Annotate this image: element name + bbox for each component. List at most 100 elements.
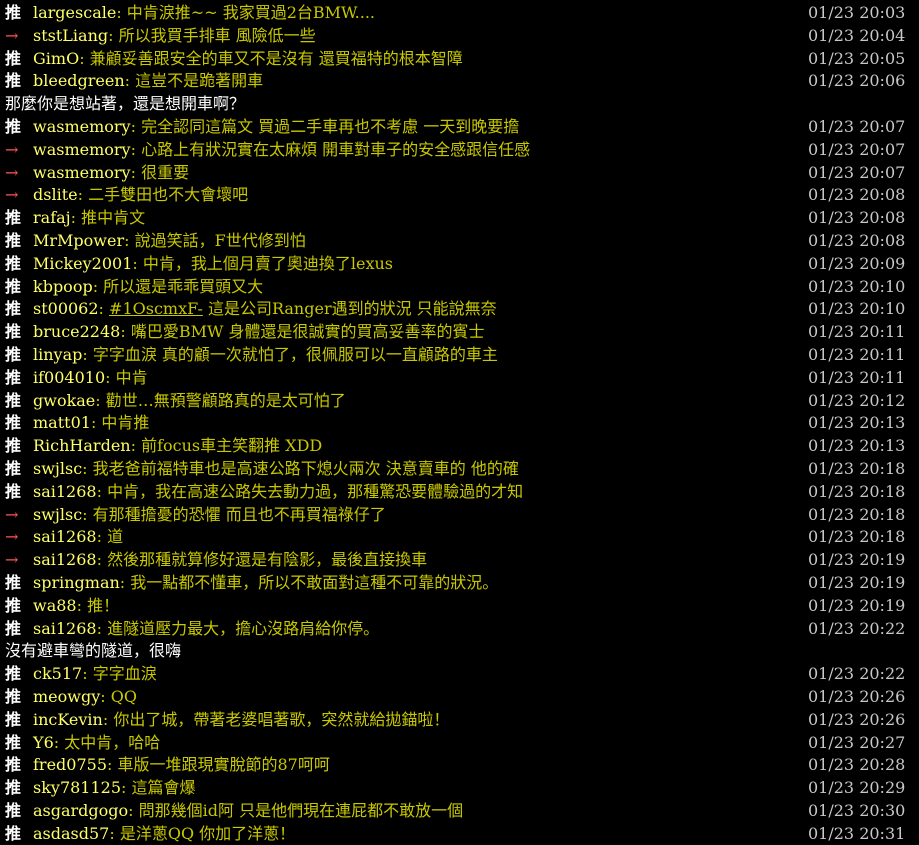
comment-user-id[interactable]: sai1268 <box>33 550 97 569</box>
comment-user-id[interactable]: incKevin <box>33 710 103 729</box>
comment-text-body: 這是公司Ranger遇到的狀況 只能說無奈 <box>202 299 497 319</box>
comment-row: 推 rafaj: 推中肯文 01/23 20:08 <box>0 207 919 230</box>
comment-user: wasmemory: 很重要 <box>33 162 189 185</box>
comment-user-id[interactable]: kbpoop <box>33 277 93 296</box>
comment-time: 01/23 20:08 <box>808 185 906 205</box>
comment-user-id[interactable]: wa88 <box>33 596 77 615</box>
comment-user-id[interactable]: dslite <box>33 185 78 204</box>
comment-row: 推 wa88: 推！ 01/23 20:19 <box>0 595 919 618</box>
comment-row: 推 kbpoop: 所以還是乖乖買頭又大 01/23 20:10 <box>0 276 919 299</box>
comment-user-id[interactable]: st00062 <box>33 299 99 318</box>
comment-user-id[interactable]: matt01 <box>33 413 91 432</box>
comment-user-id[interactable]: bleedgreen <box>33 71 125 90</box>
comment-user: matt01: 中肯推 <box>33 412 149 435</box>
comment-user: bleedgreen: 這豈不是跪著開車 <box>33 70 263 93</box>
comment-row: → sai1268: 道 01/23 20:18 <box>0 526 919 549</box>
comment-separator: : <box>96 550 108 570</box>
comment-text: 字字血淚 真的顧一次就怕了，很佩服可以一直顧路的車主 <box>93 345 498 364</box>
comment-user-id[interactable]: swjlsc <box>33 505 82 524</box>
comment-time: 01/23 20:18 <box>808 527 906 547</box>
comment-user: asdasd57: 是洋蔥QQ 你加了洋蔥！ <box>33 823 295 845</box>
comment-text: 這豈不是跪著開車 <box>135 71 263 90</box>
comment-user-id[interactable]: gwokae <box>33 391 95 410</box>
comment-user-id[interactable]: springman <box>33 573 120 592</box>
comment-row: → ststLiang: 所以我買手排車 風險低一些 01/23 20:04 <box>0 25 919 48</box>
comment-user-id[interactable]: ststLiang <box>33 26 108 45</box>
comment-text: 所以還是乖乖買頭又大 <box>103 277 263 296</box>
comment-user-id[interactable]: GimO <box>33 49 79 68</box>
comment-separator: : <box>82 504 93 524</box>
comment-user-id[interactable]: ck517 <box>33 664 82 683</box>
push-tag: 推 <box>5 732 22 752</box>
comment-row: 推 gwokae: 勸世…無預警顧路真的是太可怕了 01/23 20:12 <box>0 390 919 413</box>
comment-user-id[interactable]: Y6 <box>33 733 54 752</box>
comment-text-body: 兼顧妥善跟安全的車又不是沒有 還買福特的根本智障 <box>89 48 463 68</box>
push-tag: 推 <box>5 322 22 342</box>
comment-text: 中肯，我上個月賣了奧迪換了lexus <box>143 254 393 273</box>
comment-user-id[interactable]: asdasd57 <box>33 824 109 843</box>
comment-row: → dslite: 二手雙田也不大會壞吧 01/23 20:08 <box>0 184 919 207</box>
comment-text-body: 推！ <box>87 595 120 615</box>
comment-user: if004010: 中肯 <box>33 367 148 390</box>
comment-separator: : <box>82 344 93 364</box>
push-tag: 推 <box>5 3 22 22</box>
comment-board: 推 largescale: 中肯淚推~~ 我家買過2台BMW.... 01/23 2… <box>0 0 919 845</box>
comment-user-id[interactable]: if004010 <box>33 368 105 387</box>
comment-text-body: 有那種擔憂的恐懼 而且也不再買福祿仔了 <box>92 504 386 524</box>
comment-separator: : <box>79 48 90 68</box>
comment-text: 二手雙田也不大會壞吧 <box>88 185 248 204</box>
comment-user-id[interactable]: fred0755 <box>33 755 107 774</box>
comment-row: 推 MrMpower: 說過笑話，F世代修到怕 01/23 20:08 <box>0 230 919 253</box>
comment-text-body: 中肯淚推~~ 我家買過2台BMW.... <box>126 3 376 22</box>
comment-text-body: 太中肯，哈哈 <box>64 732 161 752</box>
comment-time: 01/23 20:13 <box>808 436 906 456</box>
comment-separator: : <box>95 390 106 410</box>
comment-separator: : <box>132 253 143 273</box>
comment-user-id[interactable]: bruce2248 <box>33 322 120 341</box>
comment-user-id[interactable]: meowgy <box>33 687 100 706</box>
comment-text: 前focus車主笑翻推 XDD <box>141 436 322 455</box>
push-tag: 推 <box>5 709 22 729</box>
push-tag: 推 <box>5 458 22 478</box>
comment-separator: : <box>76 595 88 615</box>
push-tag: 推 <box>5 253 22 273</box>
comment-text-body: 字字血淚 <box>92 664 157 684</box>
comment-user-id[interactable]: sai1268 <box>33 619 97 638</box>
comment-time: 01/23 20:09 <box>808 253 906 273</box>
comment-row: 推 GimO: 兼顧妥善跟安全的車又不是沒有 還買福特的根本智障 01/23 20:… <box>0 48 919 71</box>
comment-user-id[interactable]: largescale <box>33 3 116 22</box>
comment-user: gwokae: 勸世…無預警顧路真的是太可怕了 <box>33 390 346 413</box>
comment-time: 01/23 20:11 <box>808 322 906 342</box>
comment-user-id[interactable]: swjlsc <box>33 459 82 478</box>
comment-user: rafaj: 推中肯文 <box>33 207 145 230</box>
continuation-text: 那麼你是想站著，還是想開車啊？ <box>5 94 246 114</box>
comment-user-id[interactable]: linyap <box>33 345 82 364</box>
comment-text: 太中肯，哈哈 <box>64 733 160 752</box>
comment-row: 推 Mickey2001: 中肯，我上個月賣了奧迪換了lexus 01/23 20:… <box>0 253 919 276</box>
comment-text-body: 中肯，我在高速公路失去動力過，那種驚恐要體驗過的才知 <box>107 481 524 501</box>
comment-user-id[interactable]: asgardgogo <box>33 801 128 820</box>
comment-user-id[interactable]: Mickey2001 <box>33 254 132 273</box>
comment-separator: : <box>108 25 119 45</box>
comment-text: 進隧道壓力最大，擔心沒路肩給你停。 <box>107 619 379 638</box>
comment-user-id[interactable]: MrMpower <box>33 231 124 250</box>
comment-user: sai1268: 進隧道壓力最大，擔心沒路肩給你停。 <box>33 618 379 641</box>
comment-user-id[interactable]: RichHarden <box>33 436 131 455</box>
comment-user: kbpoop: 所以還是乖乖買頭又大 <box>33 276 263 299</box>
comment-row: 推 sky781125: 這篇會爆 01/23 20:29 <box>0 777 919 800</box>
comment-time: 01/23 20:26 <box>808 709 906 729</box>
comment-text-body: 前focus車主笑翻推 XDD <box>141 436 323 456</box>
comment-user-id[interactable]: wasmemory <box>33 163 131 182</box>
comment-text: 兼顧妥善跟安全的車又不是沒有 還買福特的根本智障 <box>90 49 463 68</box>
comment-user-id[interactable]: wasmemory <box>33 140 131 159</box>
comment-user-id[interactable]: rafaj <box>33 208 71 227</box>
comment-text: 我一點都不懂車，所以不敢面對這種不可靠的狀況。 <box>130 573 498 592</box>
comment-separator: : <box>120 322 131 342</box>
comment-text: 中肯推 <box>101 413 149 432</box>
comment-user-id[interactable]: wasmemory <box>33 117 131 136</box>
comment-user-id[interactable]: sai1268 <box>33 482 97 501</box>
comment-user-id[interactable]: sai1268 <box>33 527 97 546</box>
comment-user-id[interactable]: sky781125 <box>33 778 121 797</box>
comment-text: 車版一堆跟現實脫節的87呵呵 <box>117 755 329 774</box>
article-link[interactable]: #1OscmxF- <box>109 299 203 318</box>
